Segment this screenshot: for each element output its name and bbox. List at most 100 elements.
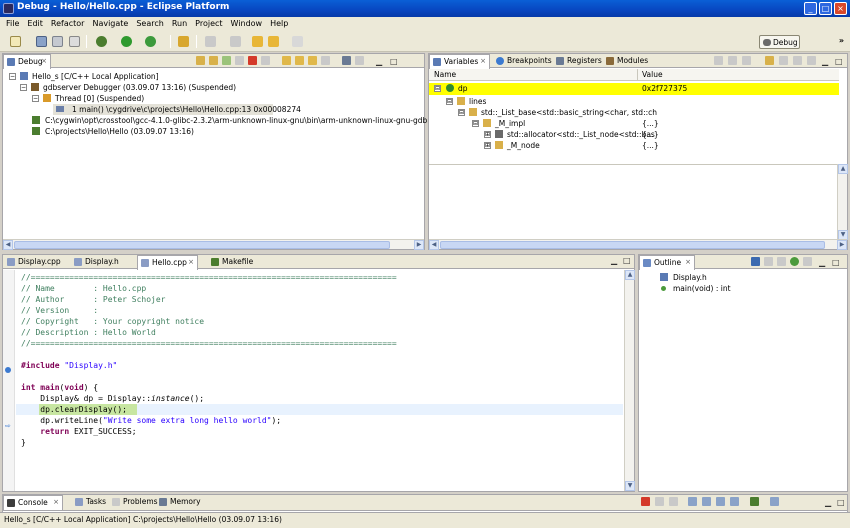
- table-row[interactable]: ⊞ _M_node {...}: [484, 140, 839, 151]
- expand-icon[interactable]: ⊞: [484, 142, 491, 149]
- remove-launch-icon[interactable]: [655, 497, 664, 506]
- collapse-icon[interactable]: ⊟: [458, 109, 465, 116]
- tab-hello-cpp[interactable]: Hello.cpp ×: [137, 255, 198, 270]
- maximize-view-icon[interactable]: □: [390, 57, 398, 66]
- hide-static-icon[interactable]: [777, 257, 786, 266]
- clear-console-icon[interactable]: [688, 497, 697, 506]
- close-icon[interactable]: ×: [53, 496, 59, 509]
- step-over-icon[interactable]: [295, 56, 304, 65]
- horizontal-scrollbar[interactable]: ◀ ▶: [429, 239, 847, 250]
- print-icon[interactable]: [69, 36, 80, 47]
- menu-navigate[interactable]: Navigate: [88, 17, 132, 31]
- close-icon[interactable]: ×: [685, 256, 691, 269]
- menu-window[interactable]: Window: [227, 17, 267, 31]
- hide-fields-icon[interactable]: [764, 257, 773, 266]
- new-icon[interactable]: [10, 36, 21, 47]
- save-icon[interactable]: [36, 36, 47, 47]
- show-logical-structure-icon[interactable]: [728, 56, 737, 65]
- minimize-view-icon[interactable]: ▁: [611, 256, 617, 265]
- pause-icon[interactable]: [235, 56, 244, 65]
- run-icon[interactable]: [121, 36, 132, 47]
- scroll-lock-icon[interactable]: [702, 497, 711, 506]
- open-console-icon[interactable]: [770, 497, 779, 506]
- scroll-thumb[interactable]: [440, 241, 825, 249]
- collapse-icon[interactable]: −: [9, 73, 16, 80]
- disconnect-icon[interactable]: [261, 56, 270, 65]
- detail-pane-divider[interactable]: [429, 164, 839, 165]
- code-editor[interactable]: //======================================…: [3, 270, 623, 491]
- horizontal-scrollbar[interactable]: ◀ ▶: [3, 239, 424, 250]
- tab-outline[interactable]: Outline ×: [639, 255, 695, 270]
- remove-all-icon[interactable]: [793, 56, 802, 65]
- collapse-icon[interactable]: ⊟: [446, 98, 453, 105]
- pin-console-icon[interactable]: [730, 497, 739, 506]
- menu-edit[interactable]: Edit: [23, 17, 47, 31]
- vertical-scrollbar[interactable]: ▲ ▼: [624, 270, 635, 491]
- table-row[interactable]: ⊞ std::allocator<std::_List_node<std::ba…: [484, 129, 839, 140]
- back-icon[interactable]: [268, 36, 279, 47]
- show-on-output-icon[interactable]: [716, 497, 725, 506]
- resume-icon[interactable]: [196, 56, 205, 65]
- tab-makefile[interactable]: Makefile: [208, 255, 253, 269]
- expand-icon[interactable]: ⊞: [484, 131, 491, 138]
- terminate-icon[interactable]: [641, 497, 650, 506]
- selected-stack-frame[interactable]: 1 main() \cygdrive\c\projects\Hello\Hell…: [53, 104, 301, 115]
- annotation-prev-icon[interactable]: [230, 36, 241, 47]
- tab-breakpoints[interactable]: Breakpoints: [493, 54, 552, 68]
- minimize-view-icon[interactable]: ▁: [376, 57, 382, 66]
- maximize-view-icon[interactable]: □: [837, 498, 845, 507]
- sort-icon[interactable]: [751, 257, 760, 266]
- save-all-icon[interactable]: [52, 36, 63, 47]
- tab-tasks[interactable]: Tasks: [72, 495, 106, 509]
- minimize-view-icon[interactable]: ▁: [822, 57, 828, 66]
- table-row-dp[interactable]: ⊟ dp 0x2f727375: [429, 83, 839, 95]
- drop-to-frame-icon[interactable]: [321, 56, 330, 65]
- tab-memory[interactable]: Memory: [156, 495, 201, 509]
- tab-modules[interactable]: Modules: [603, 54, 648, 68]
- remove-global-icon[interactable]: [779, 56, 788, 65]
- menu-help[interactable]: Help: [266, 17, 292, 31]
- scroll-up-icon[interactable]: ▲: [838, 164, 848, 174]
- last-edit-icon[interactable]: [252, 36, 263, 47]
- tab-problems[interactable]: Problems: [109, 495, 158, 509]
- scroll-up-icon[interactable]: ▲: [625, 270, 635, 280]
- show-type-names-icon[interactable]: [714, 56, 723, 65]
- collapse-icon[interactable]: −: [20, 84, 27, 91]
- view-menu-icon[interactable]: [807, 56, 816, 65]
- tab-console[interactable]: Console ×: [3, 495, 63, 510]
- minimize-view-icon[interactable]: ▁: [825, 498, 831, 507]
- tab-registers[interactable]: Registers: [553, 54, 602, 68]
- tab-debug[interactable]: Debug ×: [3, 54, 51, 69]
- search-icon[interactable]: [178, 36, 189, 47]
- menu-project[interactable]: Project: [191, 17, 226, 31]
- menu-run[interactable]: Run: [168, 17, 191, 31]
- debug-bug-icon[interactable]: [96, 36, 107, 47]
- suspend-icon[interactable]: [209, 56, 218, 65]
- collapse-all-icon[interactable]: [742, 56, 751, 65]
- collapse-icon[interactable]: ⊟: [434, 85, 441, 92]
- perspective-overflow-icon[interactable]: »: [839, 36, 844, 45]
- tab-display-cpp[interactable]: Display.cpp: [4, 255, 61, 269]
- maximize-button[interactable]: □: [819, 2, 832, 15]
- collapse-icon[interactable]: ⊟: [472, 120, 479, 127]
- collapse-icon[interactable]: −: [32, 95, 39, 102]
- tab-display-h[interactable]: Display.h: [71, 255, 119, 269]
- scroll-left-icon[interactable]: ◀: [429, 240, 439, 250]
- step-into-icon[interactable]: [282, 56, 291, 65]
- instruction-stepping-icon[interactable]: [342, 56, 351, 65]
- scroll-right-icon[interactable]: ▶: [414, 240, 424, 250]
- column-name[interactable]: Name: [434, 70, 456, 79]
- annotation-next-icon[interactable]: [205, 36, 216, 47]
- scroll-thumb[interactable]: [14, 241, 390, 249]
- play-icon[interactable]: [222, 56, 231, 65]
- scroll-down-icon[interactable]: ▼: [625, 481, 635, 491]
- menu-file[interactable]: File: [2, 17, 23, 31]
- forward-icon[interactable]: [292, 36, 303, 47]
- hide-non-public-icon[interactable]: [790, 257, 799, 266]
- minimize-view-icon[interactable]: ▁: [819, 258, 825, 267]
- table-row[interactable]: ⊟ _M_impl {...}: [472, 118, 839, 129]
- step-return-icon[interactable]: [308, 56, 317, 65]
- display-selected-console-icon[interactable]: [750, 497, 759, 506]
- scroll-right-icon[interactable]: ▶: [837, 240, 847, 250]
- view-menu-icon[interactable]: [355, 56, 364, 65]
